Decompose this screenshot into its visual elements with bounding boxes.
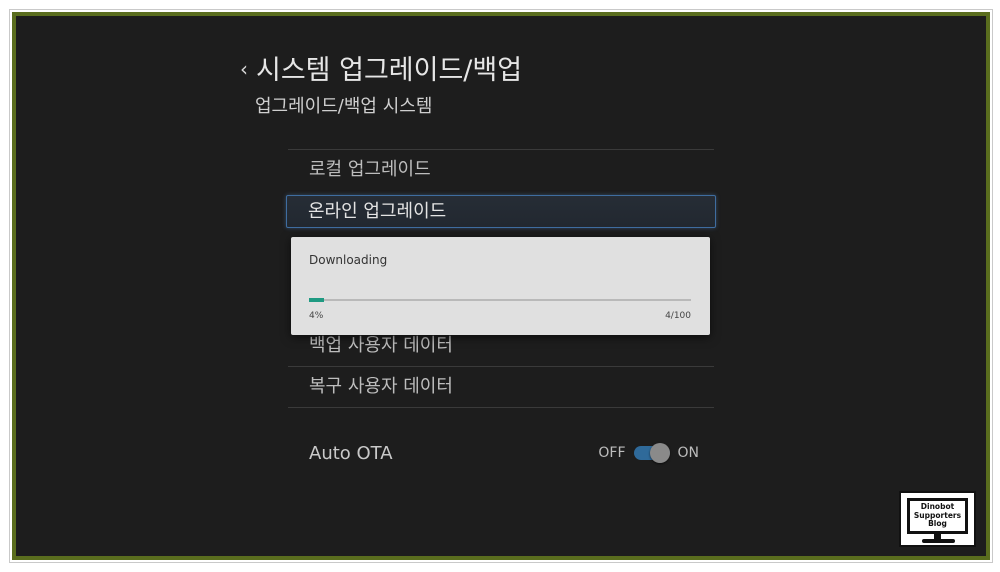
screenshot-frame: ‹ 시스템 업그레이드/백업 업그레이드/백업 시스템 로컬 업그레이드 온라인… bbox=[9, 9, 993, 563]
auto-ota-row[interactable]: Auto OTA OFF ON bbox=[309, 438, 699, 468]
back-chevron-icon[interactable]: ‹ bbox=[240, 59, 248, 79]
menu-item-local-upgrade[interactable]: 로컬 업그레이드 bbox=[288, 150, 714, 190]
watermark-line: Blog bbox=[928, 519, 947, 529]
download-dialog: Downloading 4% 4/100 bbox=[291, 237, 710, 335]
auto-ota-toggle[interactable] bbox=[633, 443, 670, 463]
dialog-title: Downloading bbox=[309, 253, 388, 267]
progress-bar bbox=[309, 298, 691, 302]
toggle-on-label: ON bbox=[677, 445, 700, 461]
toggle-off-label: OFF bbox=[598, 445, 626, 461]
tv-settings-screen: ‹ 시스템 업그레이드/백업 업그레이드/백업 시스템 로컬 업그레이드 온라인… bbox=[16, 16, 986, 556]
toggle-knob[interactable] bbox=[649, 443, 670, 463]
watermark-base bbox=[922, 539, 955, 543]
watermark-monitor-icon: Dinobot Supporters Blog bbox=[907, 498, 968, 534]
progress-percent: 4% bbox=[309, 311, 324, 321]
progress-fill bbox=[309, 298, 325, 302]
watermark-logo: Dinobot Supporters Blog bbox=[899, 491, 976, 547]
page-subtitle: 업그레이드/백업 시스템 bbox=[255, 96, 433, 117]
progress-count: 4/100 bbox=[665, 311, 691, 321]
menu-item-online-upgrade[interactable]: 온라인 업그레이드 bbox=[286, 195, 716, 228]
menu-item-restore-user-data[interactable]: 복구 사용자 데이터 bbox=[288, 367, 714, 407]
page-title: 시스템 업그레이드/백업 bbox=[256, 55, 523, 86]
auto-ota-label: Auto OTA bbox=[309, 442, 393, 464]
header: ‹ 시스템 업그레이드/백업 bbox=[240, 54, 522, 88]
menu-divider bbox=[288, 407, 714, 408]
